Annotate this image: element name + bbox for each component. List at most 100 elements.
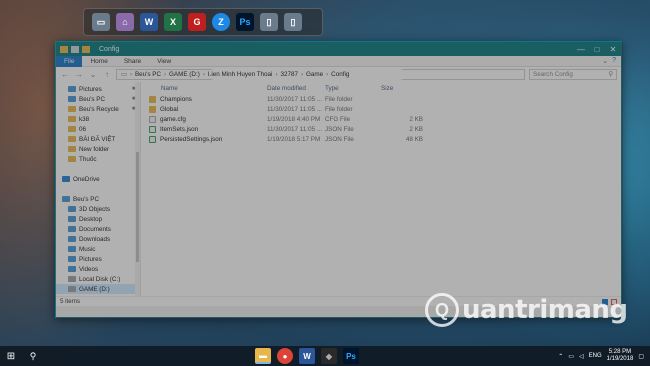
column-name[interactable]: Name [143,85,267,92]
folder-icon [68,126,76,132]
nav-item[interactable]: BÀI ĐĂ VIỆT [56,134,140,144]
back-button[interactable]: ← [60,70,70,79]
forward-button[interactable]: → [74,70,84,79]
chevron-up-icon[interactable]: ⌃ [558,353,563,360]
json-file-icon [149,135,156,143]
photoshop-icon[interactable]: Ps [343,348,359,364]
table-row[interactable]: Global 11/30/2017 11:05 ... File folder [141,104,621,114]
zalo-icon[interactable]: Z [212,13,230,31]
garena-icon[interactable]: G [188,13,206,31]
folder-icon [60,45,68,53]
notification-icon[interactable]: ▢ [638,353,644,360]
nav-item-label: OneDrive [73,175,100,183]
help-icon[interactable]: ? [612,57,616,65]
nav-item[interactable]: Thuốc [56,154,140,164]
nav-item[interactable]: Music [56,244,140,254]
nav-item[interactable]: New folder [56,144,140,154]
new-folder-icon[interactable] [82,45,90,53]
nav-item[interactable]: Local Disk (C:) [56,274,140,284]
title-bar: Config — □ ✕ [56,42,621,56]
nav-item[interactable]: GAME (D:) [56,284,140,294]
nav-item-label: GAME (D:) [79,285,110,293]
up-button[interactable]: ↑ [102,70,112,79]
photoshop-icon[interactable]: Ps [236,13,254,31]
table-row[interactable]: game.cfg 1/19/2018 4:40 PM CFG File 2 KB [141,114,621,124]
chrome-icon[interactable]: ● [277,348,293,364]
word-icon[interactable]: W [299,348,315,364]
table-row[interactable]: Champions 11/30/2017 11:05 ... File folder [141,94,621,104]
nav-item[interactable]: Videos [56,264,140,274]
tab-file[interactable]: File [56,55,83,67]
file-explorer-icon[interactable]: ▬ [255,348,271,364]
file-icon[interactable]: ▯ [284,13,302,31]
pictures-icon [68,256,76,262]
cell-name: PersistedSettings.json [143,135,267,143]
app-icon[interactable]: ◆ [321,348,337,364]
breadcrumb-item[interactable]: GAME (D:) [166,71,203,78]
explorer-window: Config — □ ✕ File Home Share View ⌄ ? ← … [55,41,623,319]
word-icon[interactable]: W [140,13,158,31]
volume-icon[interactable]: ◁ [579,353,584,360]
pictures-icon [68,86,76,92]
search-input[interactable]: Search Config ⚲ [529,69,617,80]
nav-scrollbar-thumb[interactable] [136,152,139,262]
cell-date: 11/30/2017 11:05 ... [267,95,323,103]
nav-item-label: Beu's PC [73,195,100,203]
file-name: game.cfg [160,115,186,123]
column-date-modified[interactable]: Date modified [267,85,325,92]
column-type[interactable]: Type [325,85,381,92]
nav-item[interactable]: OneDrive [56,174,140,184]
nav-item-label: Thuốc [79,155,97,163]
folder-icon [68,116,76,122]
nav-item[interactable]: Beu's PC [56,194,140,204]
cell-date: 11/30/2017 11:05 ... [267,125,323,133]
nav-item[interactable]: Desktop [56,214,140,224]
properties-icon[interactable] [71,45,79,53]
nav-item[interactable]: Documents [56,224,140,234]
folder-icon [149,105,156,113]
breadcrumb-item[interactable]: Beu's PC [132,71,164,78]
desktop-icon [68,216,76,222]
monitor-icon[interactable]: ▭ [92,13,110,31]
folder-icon [68,156,76,162]
clock[interactable]: 5:28 PM 1/19/2018 [607,349,634,363]
list-header: Name Date modified Type Size [141,82,621,94]
table-row[interactable]: ItemSets.json 11/30/2017 11:05 ... JSON Fi… [141,124,621,134]
tab-share[interactable]: Share [116,56,149,67]
nav-item[interactable]: Pictures [56,254,140,264]
start-button[interactable]: ⊞ [0,346,22,366]
tab-home[interactable]: Home [82,56,115,67]
nav-item[interactable]: 3D Objects [56,204,140,214]
language-indicator[interactable]: ENG [589,353,602,359]
search-icon[interactable]: ⚲ [22,351,44,362]
minimize-button[interactable]: — [573,42,589,56]
nav-item-label: Local Disk (C:) [79,275,121,283]
nav-item-label: Pictures [79,255,102,263]
network-icon[interactable]: ▭ [568,353,574,360]
file-name: Champions [160,95,192,103]
close-button[interactable]: ✕ [605,42,621,56]
file-icon[interactable]: ▯ [260,13,278,31]
nav-item[interactable]: 06 [56,124,140,134]
nav-item[interactable]: Beu's Recycle ✱ [56,104,140,114]
cell-name: Champions [143,95,267,103]
navigation-bar: ← → ⌄ ↑ ▭ › Beu's PC › GAME (D:) › Lien … [56,67,621,82]
search-placeholder: Search Config [533,71,573,78]
table-row[interactable]: PersistedSettings.json 1/19/2018 5:17 PM J… [141,134,621,144]
recycle-bin-icon[interactable]: ⌂ [116,13,134,31]
excel-icon[interactable]: X [164,13,182,31]
nav-scrollbar[interactable] [135,82,140,296]
nav-item[interactable]: Beu's PC ✱ [56,94,140,104]
maximize-button[interactable]: □ [589,42,605,56]
expand-ribbon-icon[interactable]: ⌄ [602,57,608,65]
recent-locations-button[interactable]: ⌄ [88,70,98,79]
tab-view[interactable]: View [149,56,179,67]
column-size[interactable]: Size [381,85,421,92]
nav-item[interactable]: Downloads [56,234,140,244]
file-list: Name Date modified Type Size Champions 11… [141,82,621,296]
nav-item[interactable]: k38 [56,114,140,124]
nav-item-label: k38 [79,115,90,123]
nav-item[interactable]: Pictures ✱ [56,84,140,94]
address-bar[interactable]: ▭ › Beu's PC › GAME (D:) › Lien Minh Huy… [116,69,525,80]
